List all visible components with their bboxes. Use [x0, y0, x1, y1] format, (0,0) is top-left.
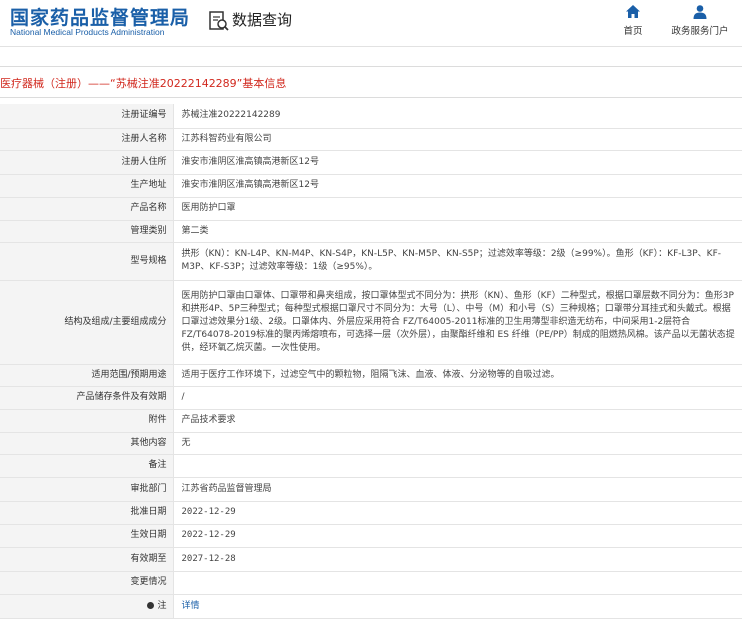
- label-expiry-date: 有效期至: [0, 547, 174, 572]
- row-attachment: 附件 产品技术要求: [0, 409, 742, 433]
- value-registrant-addr: 淮安市淮阴区淮高镇高港新区12号: [173, 150, 742, 175]
- value-changes: [173, 571, 742, 595]
- row-registrant: 注册人名称 江苏科智药业有限公司: [0, 128, 742, 151]
- user-icon: [693, 5, 707, 19]
- nav-service-portal[interactable]: 政务服务门户: [665, 4, 735, 37]
- row-expiry-date: 有效期至 2027-12-28: [0, 547, 742, 572]
- record-title-bar: 医疗器械（注册）——“苏械注准20222142289”基本信息: [0, 66, 742, 98]
- row-reg-no: 注册证编号 苏械注准20222142289: [0, 104, 742, 129]
- row-product-name: 产品名称 医用防护口罩: [0, 197, 742, 221]
- value-effective-date: 2022-12-29: [173, 524, 742, 548]
- label-note: 注: [157, 600, 167, 611]
- value-registrant: 江苏科智药业有限公司: [173, 128, 742, 151]
- value-structure: 医用防护口罩由口罩体、口罩带和鼻夹组成，按口罩体型式不同分为：拱形（KN）、鱼形…: [173, 280, 742, 365]
- value-expiry-date: 2027-12-28: [173, 547, 742, 572]
- row-effective-date: 生效日期 2022-12-29: [0, 524, 742, 548]
- value-reg-no: 苏械注准20222142289: [173, 104, 742, 129]
- label-structure: 结构及组成/主要组成成分: [0, 280, 174, 365]
- label-approval-dept: 审批部门: [0, 477, 174, 502]
- value-attachment: 产品技术要求: [173, 409, 742, 433]
- label-attachment: 附件: [0, 409, 174, 433]
- value-approval-date: 2022-12-29: [173, 501, 742, 525]
- row-note: 注 详情: [0, 594, 742, 619]
- value-product-name: 医用防护口罩: [173, 197, 742, 221]
- label-production-addr: 生产地址: [0, 174, 174, 198]
- value-note-cell: 详情: [173, 594, 742, 619]
- label-category: 管理类别: [0, 220, 174, 243]
- row-category: 管理类别 第二类: [0, 220, 742, 243]
- nav-portal-label: 政务服务门户: [671, 26, 729, 37]
- label-other: 其他内容: [0, 432, 174, 455]
- value-category: 第二类: [173, 220, 742, 243]
- label-note-cell: 注: [0, 594, 174, 619]
- label-reg-no: 注册证编号: [0, 104, 174, 129]
- value-production-addr: 淮安市淮阴区淮高镇高港新区12号: [173, 174, 742, 198]
- row-registrant-addr: 注册人住所 淮安市淮阴区淮高镇高港新区12号: [0, 150, 742, 175]
- label-scope: 适用范围/预期用途: [0, 364, 174, 387]
- row-structure: 结构及组成/主要组成成分 医用防护口罩由口罩体、口罩带和鼻夹组成，按口罩体型式不…: [0, 280, 742, 365]
- label-registrant: 注册人名称: [0, 128, 174, 151]
- row-approval-dept: 审批部门 江苏省药品监督管理局: [0, 477, 742, 502]
- value-remark: [173, 454, 742, 478]
- row-remark: 备注: [0, 454, 742, 478]
- label-remark: 备注: [0, 454, 174, 478]
- site-logo-cn[interactable]: 国家药品监督管理局: [10, 3, 190, 30]
- row-models: 型号规格 拱形（KN）：KN-L4P、KN-M4P、KN-S4P，KN-L5P、…: [0, 242, 742, 281]
- label-approval-date: 批准日期: [0, 501, 174, 525]
- label-effective-date: 生效日期: [0, 524, 174, 548]
- row-scope: 适用范围/预期用途 适用于医疗工作环境下，过滤空气中的颗粒物，阻隔飞沫、血液、体…: [0, 364, 742, 387]
- row-other: 其他内容 无: [0, 432, 742, 455]
- detail-table: 注册证编号 苏械注准20222142289 注册人名称 江苏科智药业有限公司 注…: [0, 104, 742, 619]
- record-title: 医疗器械（注册）——“苏械注准20222142289”基本信息: [0, 77, 287, 90]
- nav-home-label: 首页: [623, 26, 643, 37]
- bullet-icon: [147, 601, 155, 609]
- document-search-icon: [209, 11, 229, 31]
- label-product-name: 产品名称: [0, 197, 174, 221]
- nav-home[interactable]: 首页: [598, 4, 668, 37]
- value-scope: 适用于医疗工作环境下，过滤空气中的颗粒物，阻隔飞沫、血液、体液、分泌物等的自吸过…: [173, 364, 742, 387]
- row-storage: 产品储存条件及有效期 /: [0, 386, 742, 410]
- row-changes: 变更情况: [0, 571, 742, 595]
- value-other: 无: [173, 432, 742, 455]
- value-approval-dept: 江苏省药品监督管理局: [173, 477, 742, 502]
- site-header: 国家药品监督管理局 National Medical Products Admi…: [0, 0, 742, 46]
- details-link[interactable]: 详情: [182, 601, 200, 611]
- site-logo-en: National Medical Products Administration: [10, 27, 165, 37]
- value-models: 拱形（KN）：KN-L4P、KN-M4P、KN-S4P，KN-L5P、KN-M5…: [173, 242, 742, 281]
- row-production-addr: 生产地址 淮安市淮阴区淮高镇高港新区12号: [0, 174, 742, 198]
- home-icon: [626, 5, 640, 18]
- label-registrant-addr: 注册人住所: [0, 150, 174, 175]
- row-approval-date: 批准日期 2022-12-29: [0, 501, 742, 525]
- label-storage: 产品储存条件及有效期: [0, 386, 174, 410]
- header-divider: [0, 46, 742, 47]
- section-title: 数据查询: [232, 11, 293, 29]
- value-storage: /: [173, 386, 742, 410]
- label-models: 型号规格: [0, 242, 174, 281]
- label-changes: 变更情况: [0, 571, 174, 595]
